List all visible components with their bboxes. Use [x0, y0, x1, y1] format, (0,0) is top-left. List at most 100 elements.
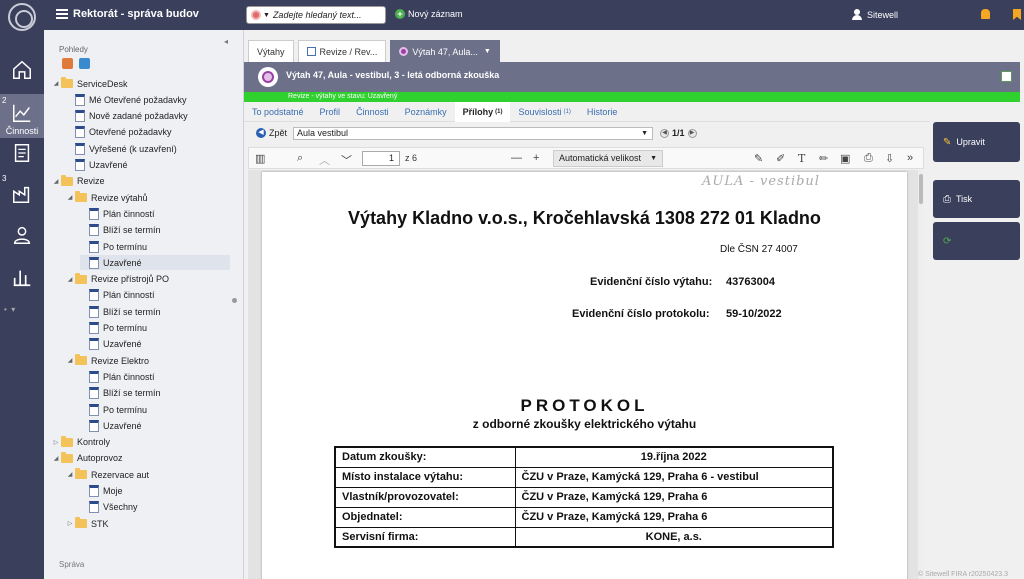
highlight-icon[interactable]: ✐ — [776, 152, 785, 165]
tree-node[interactable]: Uzavřené — [80, 337, 142, 352]
resize-handle-icon[interactable] — [232, 298, 237, 303]
tree-node[interactable]: Plán činností — [80, 206, 155, 221]
pdf-viewer[interactable]: AULA - vestibul Výtahy Kladno v.o.s., Kr… — [248, 170, 924, 579]
expanded-triangle-icon[interactable]: ◢ — [52, 80, 60, 87]
tree-node[interactable]: ◢ Revize Elektro — [66, 353, 149, 368]
expanded-triangle-icon[interactable]: ◢ — [66, 276, 74, 283]
new-record-button[interactable]: + Nový záznam — [395, 9, 463, 19]
search-input[interactable]: Zadejte hledaný text... — [273, 10, 362, 20]
rail-stats[interactable] — [0, 255, 44, 299]
hamburger-menu-icon[interactable] — [56, 9, 68, 19]
tree-node[interactable]: Blíží se termín — [80, 304, 161, 319]
tab-lifts[interactable]: Výtahy — [248, 40, 294, 62]
zoom-in-icon[interactable]: + — [533, 152, 539, 164]
chevron-down-icon[interactable]: ▼ — [484, 48, 491, 55]
tree-node[interactable]: ◢ Revize výtahů — [66, 190, 148, 205]
expanded-triangle-icon[interactable]: ◢ — [66, 471, 74, 478]
refresh-button[interactable]: ⟳ — [933, 222, 1020, 260]
tab-label: Výtah 47, Aula... — [412, 46, 478, 57]
print-button[interactable]: ⎙ Tisk — [933, 180, 1020, 218]
pdf-scrollbar[interactable] — [918, 170, 924, 579]
search-scope-icon[interactable] — [251, 10, 261, 20]
tree-node[interactable]: Uzavřené — [80, 418, 142, 433]
draw-icon[interactable]: ✏ — [819, 152, 828, 165]
tree-node[interactable]: Po termínu — [80, 321, 147, 336]
tree-node[interactable]: Mé Otevřené požadavky — [66, 92, 187, 107]
user-menu[interactable]: Sitewell — [852, 9, 898, 20]
collapsed-triangle-icon[interactable]: ▷ — [52, 439, 60, 446]
tree-node[interactable]: ◢ Rezervace aut — [66, 467, 149, 482]
collapse-panel-icon[interactable]: ◂ — [224, 37, 228, 46]
subtab-summary[interactable]: To podstatné — [244, 102, 312, 122]
tree-node[interactable]: Nově zadané požadavky — [66, 109, 188, 124]
app-logo-icon[interactable] — [8, 3, 36, 31]
tree-node[interactable]: Plán činností — [80, 369, 155, 384]
download-icon[interactable]: ⇩ — [885, 152, 894, 165]
sidebar-toggle-icon[interactable]: ▥ — [255, 152, 265, 165]
tree-node[interactable]: ◢ Autoprovoz — [52, 451, 123, 466]
subtab-attachments[interactable]: Přílohy (1) — [454, 102, 511, 122]
tab-revisions[interactable]: Revize / Rev... — [297, 40, 387, 62]
image-icon[interactable]: ▣ — [840, 152, 850, 165]
tree-node[interactable]: Moje — [80, 484, 123, 499]
tree-node[interactable]: Uzavřené — [80, 255, 230, 271]
rail-documents[interactable] — [0, 131, 44, 175]
expanded-triangle-icon[interactable]: ◢ — [52, 455, 60, 462]
tree-node[interactable]: ◢ Revize přístrojů PO — [66, 272, 169, 287]
print-icon[interactable]: ⎙ — [864, 152, 873, 165]
view-icon — [89, 370, 99, 383]
tree-node[interactable]: Plán činností — [80, 288, 155, 303]
tree-node[interactable]: ▷ STK — [66, 516, 109, 531]
next-attachment-icon[interactable]: ▶ — [687, 128, 697, 138]
tab-lift-record[interactable]: Výtah 47, Aula... ▼ — [390, 40, 500, 62]
rail-person[interactable] — [0, 213, 44, 257]
subtab-activities[interactable]: Činnosti — [348, 102, 397, 122]
edit-form-icon[interactable]: ✎ — [754, 152, 763, 165]
subtab-notes[interactable]: Poznámky — [397, 102, 455, 122]
table-row: Datum zkoušky: 19.října 2022 — [334, 446, 834, 468]
zoom-select[interactable]: Automatická velikost ▼ — [553, 150, 663, 167]
prev-page-icon[interactable]: ︿ — [319, 152, 330, 168]
rail-more-icon[interactable]: • ▾ — [4, 305, 15, 314]
zoom-out-icon[interactable]: — — [511, 152, 522, 164]
tree-node[interactable]: Vyřešené (k uzavření) — [66, 141, 177, 156]
subtab-relations[interactable]: Souvislosti (1) — [510, 102, 578, 122]
tree-node[interactable]: ◢ ServiceDesk — [52, 76, 128, 91]
text-tool-icon[interactable]: T — [798, 152, 805, 165]
protocol-table: Datum zkoušky: 19.října 2022 Místo instala… — [334, 446, 834, 548]
attachment-file-select[interactable]: Aula vestibul ▼ — [293, 127, 653, 140]
more-tools-icon[interactable]: » — [907, 152, 913, 164]
expanded-triangle-icon[interactable]: ◢ — [66, 194, 74, 201]
tree-node[interactable]: ◢ Revize — [52, 174, 105, 189]
tree-footer[interactable]: Správa — [59, 560, 84, 569]
chevron-down-icon[interactable]: ▼ — [263, 12, 270, 19]
tree-node[interactable]: Blíží se termín — [80, 223, 161, 238]
next-page-icon[interactable]: ﹀ — [341, 152, 352, 168]
refresh-view-icon[interactable] — [79, 58, 90, 69]
collapsed-triangle-icon[interactable]: ▷ — [66, 520, 74, 527]
purple-target-icon — [258, 67, 278, 87]
tree-node[interactable]: Blíží se termín — [80, 386, 161, 401]
back-button[interactable]: ◀ Zpět — [256, 128, 287, 138]
rail-home[interactable] — [0, 48, 44, 92]
tree-node[interactable]: Otevřené požadavky — [66, 125, 172, 140]
subtab-profile[interactable]: Profil — [312, 102, 349, 122]
edit-button[interactable]: ✎ Upravit — [933, 122, 1020, 162]
expanded-triangle-icon[interactable]: ◢ — [66, 357, 74, 364]
page-number-input[interactable]: 1 — [362, 151, 400, 166]
prev-attachment-icon[interactable]: ◀ — [660, 128, 669, 138]
tree-node[interactable]: Uzavřené — [66, 158, 128, 173]
global-search[interactable]: ▼ Zadejte hledaný text... — [246, 6, 386, 24]
export-excel-icon[interactable] — [1001, 71, 1012, 82]
notifications-bell-icon[interactable] — [981, 9, 990, 19]
add-view-icon[interactable] — [62, 58, 73, 69]
tree-node[interactable]: Po termínu — [80, 402, 147, 417]
search-icon[interactable]: ⌕ — [297, 152, 303, 165]
tree-node[interactable]: Po termínu — [80, 239, 147, 254]
bookmark-flag-icon[interactable] — [1013, 9, 1021, 20]
tree-node[interactable]: ▷ Kontroly — [52, 435, 110, 450]
expanded-triangle-icon[interactable]: ◢ — [52, 178, 60, 185]
subtab-history[interactable]: Historie — [579, 102, 626, 122]
tree-node[interactable]: Všechny — [80, 500, 138, 515]
rail-factory[interactable]: 3 — [0, 172, 44, 216]
